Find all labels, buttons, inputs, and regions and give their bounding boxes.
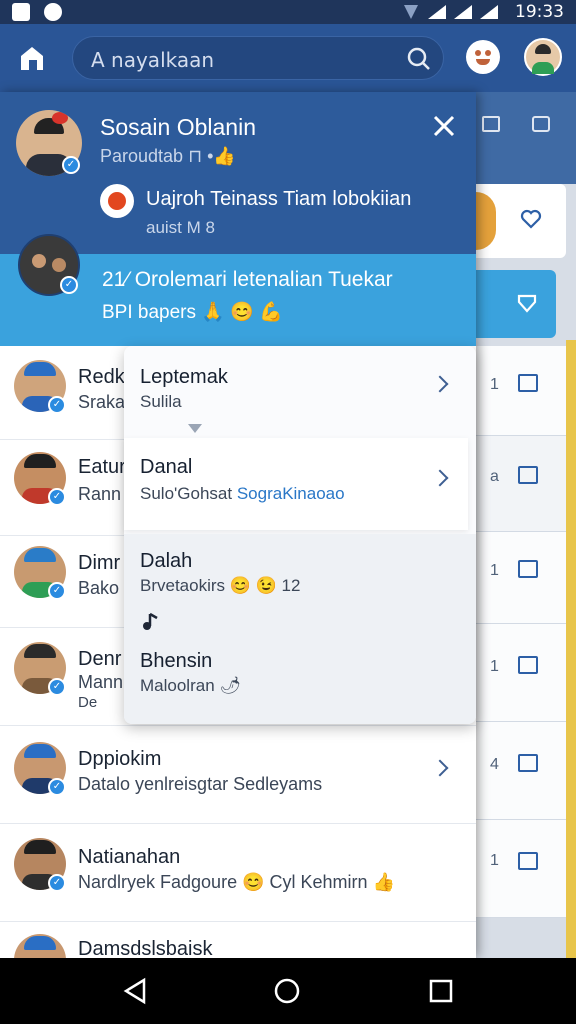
verified-badge-icon: ✓ — [48, 678, 66, 696]
list-item[interactable]: ✓ Natianahan Nardlryek Fadgoure 😊 Cyl Ke… — [0, 824, 476, 922]
account-icon — [100, 184, 134, 218]
menu-item-title: Dalah — [140, 550, 193, 572]
home-icon[interactable] — [18, 44, 48, 72]
background-row: 1 — [476, 820, 566, 918]
drawer-header: ✓ Sosain Oblanin Paroudtab ⊓ •👍 Uajroh T… — [0, 92, 476, 254]
emoji-icon[interactable] — [466, 40, 500, 74]
banner-line1: 21⁄ Orolemari letenalian Tuekar — [102, 268, 393, 291]
list-item-name: Natianahan — [78, 846, 181, 868]
list-item-sub: Rann — [78, 484, 122, 504]
list-item-sub2: De — [78, 694, 98, 711]
heart-icon[interactable] — [520, 208, 542, 230]
menu-item-sub: Sulo'Gohsat SograKinaoao — [140, 484, 345, 503]
search-icon[interactable] — [406, 46, 432, 72]
menu-item-sub: Brvetaokirs 😊 😉 12 — [140, 576, 301, 595]
checkbox-icon[interactable] — [518, 560, 538, 578]
menu-item[interactable]: Danal Sulo'Gohsat SograKinaoao — [124, 438, 468, 530]
list-item-name: Dimr — [78, 552, 121, 574]
list-item-name: Eatur — [78, 456, 126, 478]
profile-subtitle: Paroudtab ⊓ •👍 — [100, 146, 236, 166]
background-row: 1 — [476, 346, 566, 436]
search-input[interactable]: A nayalkaan — [72, 36, 444, 80]
verified-badge-icon: ✓ — [48, 582, 66, 600]
app-bar: A nayalkaan — [0, 24, 576, 92]
background-banner-card — [476, 270, 556, 338]
status-bar: 19:33 — [0, 0, 576, 24]
menu-item[interactable]: Dalah Brvetaokirs 😊 😉 12 — [124, 534, 476, 630]
notification-icon — [44, 3, 62, 21]
verified-badge-icon: ✓ — [48, 874, 66, 892]
menu-item-sub: Sulila — [140, 392, 182, 411]
menu-item-link[interactable]: SograKinaoao — [237, 484, 345, 503]
list-item-sub: Datalo yenlreisgtar Sedleyams — [78, 774, 323, 794]
chevron-right-icon[interactable] — [431, 759, 449, 777]
shield-icon[interactable] — [516, 292, 538, 314]
checkbox-icon[interactable] — [518, 374, 538, 392]
avatar[interactable] — [524, 38, 562, 76]
menu-item-title: Danal — [140, 456, 193, 478]
chevron-right-icon[interactable] — [431, 375, 449, 393]
message-icon — [532, 116, 550, 132]
back-icon[interactable] — [120, 976, 150, 1006]
list-item-name: Denr — [78, 648, 122, 670]
verified-badge-icon: ✓ — [60, 276, 78, 294]
checkbox-icon[interactable] — [518, 754, 538, 772]
recents-icon[interactable] — [426, 976, 456, 1006]
account-sub: auist M 8 — [146, 218, 215, 237]
menu-item[interactable]: Leptemak Sulila — [124, 346, 476, 436]
background-row: 1 — [476, 624, 566, 722]
music-note-icon — [143, 612, 158, 630]
system-navigation-bar — [0, 958, 576, 1024]
chevron-right-icon[interactable] — [431, 469, 449, 487]
list-item-sub: Mann — [78, 672, 124, 692]
list-item-name: Dppiokim — [78, 748, 162, 770]
list-item-name: Redki — [78, 366, 130, 388]
promo-banner[interactable]: ✓ 21⁄ Orolemari letenalian Tuekar BPI ba… — [0, 234, 476, 346]
signal-wifi-battery-icons — [404, 5, 498, 19]
menu-item-title: Bhensin — [140, 650, 213, 672]
list-item-sub: Nardlryek Fadgoure 😊 Cyl Kehmirn 👍 — [78, 872, 395, 892]
verified-badge-icon: ✓ — [48, 396, 66, 414]
checkbox-icon[interactable] — [518, 852, 538, 870]
list-item[interactable]: ✓ Dppiokim Datalo yenlreisgtar Sedleyams — [0, 726, 476, 824]
background-row: 4 — [476, 722, 566, 820]
clock: 19:33 — [515, 2, 564, 22]
home-circle-icon[interactable] — [272, 976, 302, 1006]
list-item[interactable]: Damsdslsbaisk — [0, 922, 476, 986]
verified-badge-icon: ✓ — [48, 488, 66, 506]
close-icon[interactable] — [432, 114, 456, 138]
background-header — [476, 92, 576, 184]
list-item-sub: Sraka — [78, 392, 126, 412]
account-line[interactable]: Uajroh Teinass Tiam lobokiian — [146, 188, 411, 211]
checkbox-icon[interactable] — [518, 656, 538, 674]
popup-menu: Leptemak Sulila Danal Sulo'Gohsat SograK… — [124, 346, 476, 724]
banner-line2: BPI bapers 🙏 😊 💪 — [102, 302, 283, 323]
checkbox-icon[interactable] — [518, 466, 538, 484]
profile-name: Sosain Oblanin — [100, 114, 256, 140]
list-icon — [482, 116, 500, 132]
list-item-sub: Bako — [78, 578, 120, 598]
background-row: a — [476, 436, 566, 532]
mail-icon — [12, 3, 30, 21]
caret-down-icon — [188, 424, 202, 433]
menu-item-sub: Maloolran 🌶 — [140, 676, 241, 695]
verified-badge-icon: ✓ — [62, 156, 80, 174]
scroll-track — [557, 340, 576, 958]
verified-badge-icon: ✓ — [48, 778, 66, 796]
menu-item[interactable]: Bhensin Maloolran 🌶 — [124, 630, 476, 724]
background-card — [476, 184, 566, 258]
background-row: 1 — [476, 532, 566, 624]
menu-item-title: Leptemak — [140, 366, 228, 388]
